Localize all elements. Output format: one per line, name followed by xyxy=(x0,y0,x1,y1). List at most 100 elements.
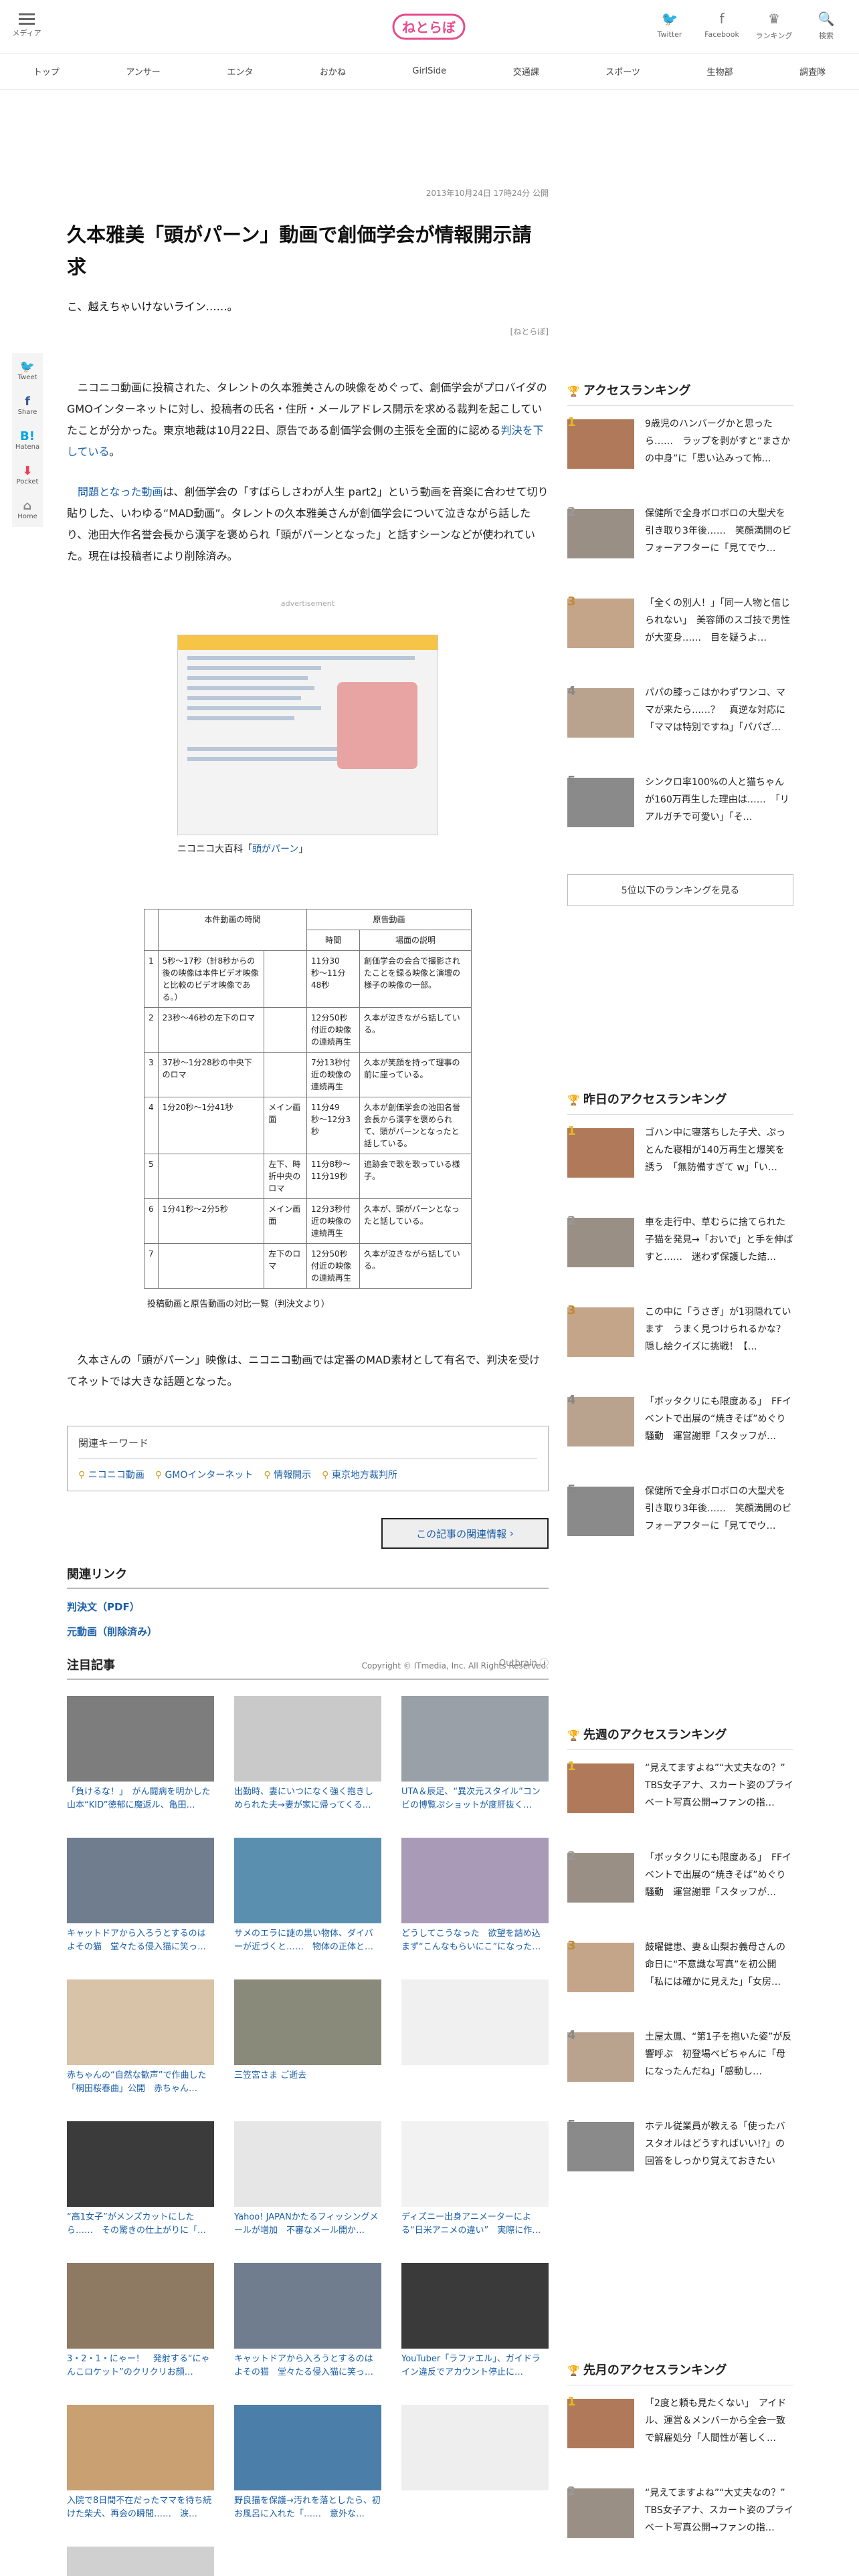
site-logo[interactable]: ねとらぼ xyxy=(392,11,466,43)
header-search[interactable]: 🔍 検索 xyxy=(800,9,852,41)
ranking-item[interactable]: 3 「全くの別人！」「同一人物と信じられない」 美容師のスゴ技で男性が大変身…… … xyxy=(567,595,793,675)
ranking-item[interactable]: 2 “見えてますよね”“大丈夫なの？” TBS女子アナ、スカート姿のプライベート写… xyxy=(567,2484,795,2565)
ranking-thumbnail xyxy=(567,1307,634,1357)
nav-item-top[interactable]: トップ xyxy=(33,65,60,78)
nav-item-girlside[interactable]: GirlSide xyxy=(412,66,446,76)
nav-item-okane[interactable]: おかね xyxy=(320,65,346,78)
attention-item[interactable] xyxy=(401,1979,549,2096)
table-cell: 1分41秒〜2分5秒 xyxy=(157,1198,265,1244)
related-info-button[interactable]: この記事の関連情報 › xyxy=(381,1518,549,1549)
ranking-title: “見えてますよね”“大丈夫なの？” TBS女子アナ、スカート姿のプライベート写真… xyxy=(645,1763,795,1808)
share-hatena[interactable]: B! Hatena xyxy=(12,423,43,457)
attention-title: “高1女子”がメンズカットにしたら…… その驚きの仕上がりに「… xyxy=(67,2212,207,2236)
attention-item[interactable]: Yahoo! JAPANかたるフィッシングメールが増加 不審なメール開か… xyxy=(234,2121,381,2238)
attention-item[interactable]: 赤ちゃんの“自然な歓声”で作曲した「桐田桜春曲」公開 赤ちゃん… xyxy=(67,1979,214,2096)
header-facebook[interactable]: f Facebook xyxy=(696,9,748,41)
ranking-item[interactable]: 5 ホテル従業員が教える「使ったバスタオルはどうすればいい!?」の回答をしっかり覚… xyxy=(567,2118,793,2198)
rank-number: 3 xyxy=(567,595,576,609)
ranking-item[interactable]: 5 シンクロ率100%の人と猫ちゃんが160万再生した理由は…… 「リアルガチで可… xyxy=(567,774,793,854)
attention-item[interactable] xyxy=(401,2405,549,2521)
ranking-item[interactable]: 3 この中に「うさぎ」が1羽隠れています うまく見つけられるかな？ 隠し絵クイズに… xyxy=(567,1303,795,1384)
share-pocket[interactable]: ⬇ Pocket xyxy=(12,457,43,492)
ranking-item[interactable]: 4 パパの膝っこはかわずワンコ、ママが来たら……？ 真逆な対応に「ママは特別ですね… xyxy=(567,684,793,764)
share-home[interactable]: ⌂ Home xyxy=(12,492,43,527)
attention-item[interactable]: キャットドアから入ろうとするのはよその猫 堂々たる侵入猫に笑っ… xyxy=(67,1838,214,1954)
ranking-item[interactable]: 1 “見えてますよね”“大丈夫なの？” TBS女子アナ、スカート姿のプライベート写… xyxy=(567,1759,795,1840)
video-link[interactable]: 問題となった動画 xyxy=(78,486,163,498)
table-cell: メイン画面 xyxy=(264,1198,308,1244)
col-header-time: 時間 xyxy=(306,930,361,951)
ranking-item[interactable]: 1 「2度と頼も見たくない」 アイドル、運営＆メンバーから全会一致で解雇処分「人間… xyxy=(567,2395,793,2475)
attention-item[interactable]: UTA＆辰足、“異次元スタイル”コンビの博覧ぷショットが度肝抜く… xyxy=(401,1696,549,1812)
attention-item[interactable]: サメのエラに謎の黒い物体、ダイバーが近づくと…… 物体の正体と… xyxy=(234,1838,381,1954)
nicopedia-screenshot xyxy=(177,635,438,835)
ranking-block: 先月のアクセスランキング 1 「2度と頼も見たくない」 アイドル、運営＆メンバーから… xyxy=(567,2361,795,2576)
keyword-link[interactable]: GMOインターネット xyxy=(155,1468,253,1481)
ranking-item[interactable]: 1 9歳児のハンバーグかと思ったら…… ラップを剥がすと“まさかの中身”に「思い込… xyxy=(567,415,793,496)
outbrain-logo[interactable]: Outbrain ⓘ xyxy=(499,1656,549,1673)
ranking-title: ゴハン中に寝落ちした子犬、ぷっとんた寝相が140万再生と爆笑を誘う 「無防備すぎ… xyxy=(645,1128,785,1173)
ranking-title: 車を走行中、草むらに捨てられた子猫を発見→「おいで」と手を伸ばすと…… 迷わず保… xyxy=(645,1217,793,1263)
ranking-thumbnail xyxy=(567,1397,634,1446)
ranking-item[interactable]: 2 「ボッタクリにも限度ある」 FFイベントで出展の“焼きそば”めぐり騒動 運営謝… xyxy=(567,1849,793,1929)
attention-item[interactable]: 入院で8日間不在だったママを待ち続けた柴犬、再会の瞬間…… 涙… xyxy=(67,2405,214,2521)
ranking-item[interactable]: 4 「ボッタクリにも限度ある」 FFイベントで出展の“焼きそば”めぐり騒動 運営謝… xyxy=(567,1393,793,1473)
attention-item[interactable]: ディズニー出身アニメーターによる“日米アニメの違い” 実際に作… xyxy=(401,2121,549,2238)
attention-thumbnail xyxy=(234,2121,381,2207)
table-cell: 2 xyxy=(144,1007,159,1053)
figure-nicopedia: ニコニコ大百科「頭がパーン」 xyxy=(177,635,438,855)
nav-item-koutsuu[interactable]: 交通課 xyxy=(513,65,539,78)
ranking-thumbnail xyxy=(567,1487,634,1536)
keyword-heading: 関連キーワード xyxy=(78,1436,537,1459)
nav-item-answer[interactable]: アンサー xyxy=(126,65,160,78)
table-cell: 4 xyxy=(144,1097,159,1154)
attention-item[interactable]: 3・2・1・にゃー！ 発射する“にゃんこロケット”のクリクリお顔… xyxy=(67,2263,214,2379)
attention-item[interactable]: 野良猫を保護→汚れを落としたら、初お風呂に入れた「…… 意外な… xyxy=(234,2405,381,2521)
nav-item-sports[interactable]: スポーツ xyxy=(605,65,640,78)
share-twitter[interactable]: 🐦 Tweet xyxy=(12,353,43,388)
attention-item[interactable] xyxy=(67,2547,214,2576)
more-ranking-button[interactable]: 5位以下のランキングを見る xyxy=(567,874,793,906)
ranking-item[interactable]: 4 土屋太鳳、“第1子を抱いた姿”が反響呼ぶ 初登場ベビちゃんに「母になったんだね… xyxy=(567,2028,793,2109)
attention-item[interactable]: 「負けるな！」 がん闘病を明かした山本“KID”徳郁に魔返ル、亀田… xyxy=(67,1696,214,1812)
attention-item[interactable]: 出勤時、妻にいつになく強く抱きしめられた夫→妻が家に帰ってくる… xyxy=(234,1696,381,1812)
menu-button[interactable]: メディア xyxy=(12,11,41,38)
ranking-item[interactable]: 1 ゴハン中に寝落ちした子犬、ぷっとんた寝相が140万再生と爆笑を誘う 「無防備す… xyxy=(567,1124,793,1204)
nav-item-chousa[interactable]: 調査隊 xyxy=(799,65,826,78)
attention-item[interactable]: 三笠宮さま ご逝去 xyxy=(234,1979,381,2096)
ranking-item[interactable]: 2 保健所で全身ボロボロの大型犬を引き取り3年後…… 笑顔満開のビフォーアフターに… xyxy=(567,505,793,585)
table-row: 7 左下のロマ 12分50秒付近の映像の連続再生 久本が泣きながら話している。 xyxy=(144,1243,472,1289)
nav-item-enta[interactable]: エンタ xyxy=(227,65,253,78)
related-link[interactable]: 判決文（PDF） xyxy=(67,1600,549,1614)
keyword-link[interactable]: ニコニコ動画 xyxy=(78,1468,145,1481)
rank-number: 5 xyxy=(567,2118,576,2132)
share-facebook[interactable]: f Share xyxy=(12,388,43,423)
ranking-item[interactable]: 2 車を走行中、草むらに捨てられた子猫を発見→「おいで」と手を伸ばすと…… 迷わず… xyxy=(567,1214,793,1294)
related-link[interactable]: 元動画（削除済み） xyxy=(67,1624,549,1638)
keyword-link[interactable]: 情報開示 xyxy=(264,1468,311,1481)
attention-item[interactable]: YouTuber「ラファエル」、ガイドライン違反でアカウント停止に… xyxy=(401,2263,549,2379)
attention-title: Yahoo! JAPANかたるフィッシングメールが増加 不審なメール開か… xyxy=(234,2212,379,2236)
attention-title: 野良猫を保護→汚れを落としたら、初お風呂に入れた「…… 意外な… xyxy=(234,2496,381,2519)
attention-title: 出勤時、妻にいつになく強く抱きしめられた夫→妻が家に帰ってくる… xyxy=(234,1787,374,1810)
attention-item[interactable]: “高1女子”がメンズカットにしたら…… その驚きの仕上がりに「… xyxy=(67,2121,214,2238)
table-cell: 左下のロマ xyxy=(264,1243,308,1289)
attention-item[interactable]: どうしてこうなった 欲望を詰め込まず“こんなもらいにこ”になった… xyxy=(401,1838,549,1954)
ranking-thumbnail xyxy=(567,688,634,738)
attention-thumbnail xyxy=(234,1838,381,1923)
nav-item-seibutsu[interactable]: 生物部 xyxy=(707,65,733,78)
keyword-link[interactable]: 東京地方裁判所 xyxy=(322,1468,397,1481)
ranking-item[interactable]: 5 保健所で全身ボロボロの大型犬を引き取り3年後…… 笑顔満開のビフォーアフターに… xyxy=(567,1483,793,1563)
article-title: 久本雅美「頭がパーン」動画で創価学会が情報開示請求 xyxy=(67,223,532,278)
ranking-item[interactable]: 3 鼓曜健患、妻＆山梨お義母さんの命日に“不意識な写真”を初公開「私には確かに見え… xyxy=(567,1939,793,2019)
table-cell: 久本が笑顔を持って理事の前に座っている。 xyxy=(359,1052,472,1097)
ranking-thumbnail xyxy=(567,2032,634,2082)
header-twitter[interactable]: 🐦 Twitter xyxy=(644,9,696,41)
table-cell: 11分49秒〜12分3秒 xyxy=(306,1097,361,1154)
header-ranking[interactable]: ♛ ランキング xyxy=(748,9,800,41)
table-cell: 久本が泣きながら話している。 xyxy=(359,1007,472,1053)
figure-caption-link[interactable]: 頭がパーン xyxy=(252,844,298,855)
attention-item[interactable]: キャットドアから入ろうとするのはよその猫 堂々たる侵入猫に笑っ… xyxy=(234,2263,381,2379)
photo-thumbnail xyxy=(337,682,417,769)
twitter-icon: 🐦 xyxy=(661,11,678,27)
